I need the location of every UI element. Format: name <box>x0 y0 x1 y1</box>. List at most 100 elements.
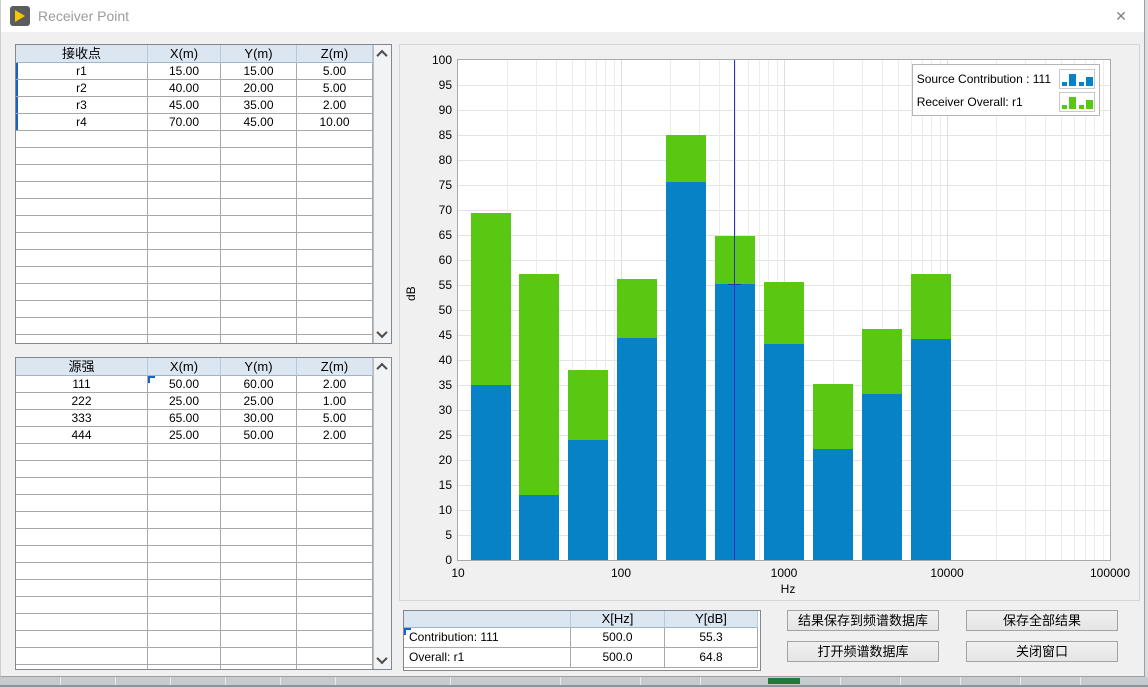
table-cell[interactable]: 40.00 <box>148 80 221 97</box>
table-cell[interactable] <box>297 597 373 614</box>
table-cell[interactable] <box>16 631 148 648</box>
table-cell[interactable] <box>16 495 148 512</box>
table-cell[interactable] <box>297 250 373 267</box>
scroll-up-icon[interactable] <box>374 359 390 375</box>
table-cell[interactable] <box>16 665 148 669</box>
table-cell[interactable] <box>221 665 297 669</box>
table-cell[interactable] <box>16 597 148 614</box>
table-cell[interactable]: 45.00 <box>148 97 221 114</box>
table-cell[interactable]: 2.00 <box>297 427 373 444</box>
scroll-up-icon[interactable] <box>374 46 390 62</box>
table-cell[interactable] <box>297 284 373 301</box>
table-cell[interactable] <box>148 461 221 478</box>
cursor-crosshair[interactable] <box>728 284 741 285</box>
table-cell[interactable] <box>297 665 373 669</box>
table-cell[interactable]: 25.00 <box>148 427 221 444</box>
table-cell[interactable] <box>221 284 297 301</box>
table-cell[interactable] <box>148 148 221 165</box>
table-cell[interactable] <box>148 182 221 199</box>
table-cell[interactable] <box>221 461 297 478</box>
table-cell[interactable] <box>297 165 373 182</box>
table-cell[interactable] <box>148 478 221 495</box>
table-cell[interactable]: 2.00 <box>297 376 373 393</box>
table-cell[interactable] <box>221 165 297 182</box>
table-cell[interactable] <box>297 301 373 318</box>
table-cell[interactable] <box>148 233 221 250</box>
table-cell[interactable] <box>297 233 373 250</box>
table-cell[interactable]: r3 <box>16 97 148 114</box>
table-cell[interactable] <box>148 199 221 216</box>
scroll-down-icon[interactable] <box>374 326 390 342</box>
table-cell[interactable] <box>221 580 297 597</box>
table-cell[interactable] <box>221 233 297 250</box>
table-cell[interactable]: r2 <box>16 80 148 97</box>
table-cell[interactable] <box>221 318 297 335</box>
open-spectrum-db-button[interactable]: 打开频谱数据库 <box>787 641 939 662</box>
table-cell[interactable] <box>148 546 221 563</box>
table-cell[interactable]: 333 <box>16 410 148 427</box>
table-cell[interactable] <box>221 478 297 495</box>
table-cell[interactable] <box>221 631 297 648</box>
table-cell[interactable] <box>221 444 297 461</box>
table-cell[interactable]: 1.00 <box>297 393 373 410</box>
table-cell[interactable] <box>16 529 148 546</box>
save-results-to-spectrum-db-button[interactable]: 结果保存到频谱数据库 <box>787 610 939 631</box>
table-cell[interactable] <box>148 648 221 665</box>
table-cell[interactable]: 15.00 <box>148 63 221 80</box>
table-cell[interactable] <box>16 478 148 495</box>
table-cell[interactable] <box>221 597 297 614</box>
table-cell[interactable] <box>221 199 297 216</box>
table-cell[interactable] <box>297 563 373 580</box>
table-cell[interactable]: 55.3 <box>665 628 758 648</box>
table-cell[interactable] <box>16 444 148 461</box>
table-cell[interactable] <box>297 580 373 597</box>
table-cell[interactable]: 20.00 <box>221 80 297 97</box>
table-cell[interactable] <box>148 529 221 546</box>
table-cell[interactable] <box>221 512 297 529</box>
table-cell[interactable] <box>148 580 221 597</box>
table-cell[interactable]: 15.00 <box>221 63 297 80</box>
table-cell[interactable] <box>16 267 148 284</box>
table-cell[interactable] <box>221 250 297 267</box>
table-cell[interactable] <box>221 216 297 233</box>
table-cell[interactable] <box>221 614 297 631</box>
table-cell[interactable] <box>221 529 297 546</box>
table-cell[interactable]: 444 <box>16 427 148 444</box>
table-cell[interactable]: 2.00 <box>297 97 373 114</box>
save-all-results-button[interactable]: 保存全部结果 <box>966 610 1118 631</box>
table-cell[interactable] <box>16 546 148 563</box>
scroll-down-icon[interactable] <box>374 652 390 668</box>
table-cell[interactable] <box>16 165 148 182</box>
table-cell[interactable] <box>297 444 373 461</box>
table-cell[interactable]: 5.00 <box>297 80 373 97</box>
table-cell[interactable] <box>297 614 373 631</box>
table-cell[interactable] <box>148 631 221 648</box>
table-cell[interactable]: 222 <box>16 393 148 410</box>
table-cell[interactable] <box>16 148 148 165</box>
table-cell[interactable] <box>221 148 297 165</box>
table-cell[interactable] <box>16 512 148 529</box>
table-cell[interactable] <box>297 267 373 284</box>
table-cell[interactable] <box>221 182 297 199</box>
close-icon[interactable]: ✕ <box>1110 6 1132 26</box>
legend-entry[interactable]: Receiver Overall: r1 <box>917 90 1095 113</box>
table-cell[interactable] <box>16 284 148 301</box>
table-cell[interactable] <box>297 512 373 529</box>
table-cell[interactable] <box>297 318 373 335</box>
table-cell[interactable] <box>297 148 373 165</box>
table-cell[interactable]: 500.0 <box>571 648 665 668</box>
table-cell[interactable] <box>16 614 148 631</box>
table-cell[interactable] <box>148 563 221 580</box>
table-cell[interactable] <box>16 131 148 148</box>
table-cell[interactable] <box>16 461 148 478</box>
table-cell[interactable] <box>148 284 221 301</box>
table-cell[interactable]: 60.00 <box>221 376 297 393</box>
table-cell[interactable]: 5.00 <box>297 63 373 80</box>
table-cell[interactable] <box>148 335 221 343</box>
table-cell[interactable]: 500.0 <box>571 628 665 648</box>
table-cell[interactable] <box>297 546 373 563</box>
table-cell[interactable] <box>221 495 297 512</box>
table-cell[interactable]: r4 <box>16 114 148 131</box>
table-cell[interactable] <box>148 301 221 318</box>
source-table-scrollbar[interactable] <box>373 358 391 669</box>
